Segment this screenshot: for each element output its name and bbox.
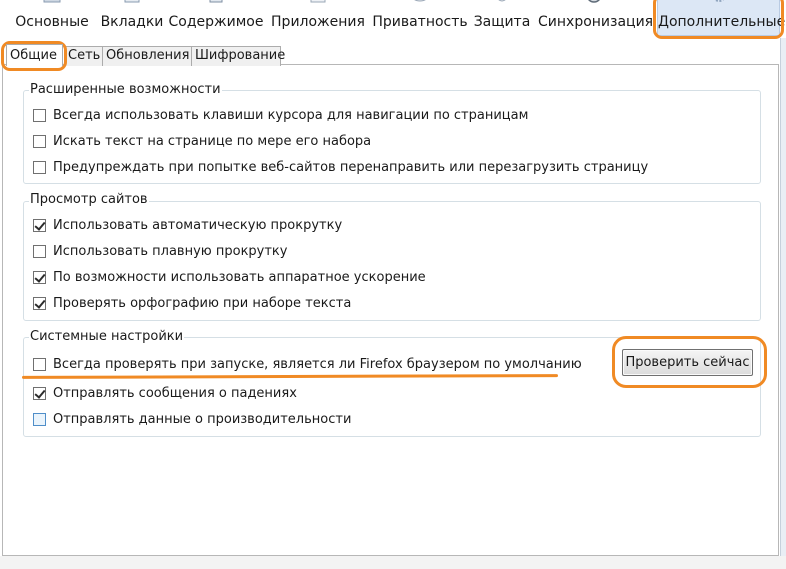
option-default-browser-check[interactable]: Всегда проверять при запуске, является л… xyxy=(33,355,582,373)
group-title: Расширенные возможности xyxy=(29,82,222,97)
applications-icon xyxy=(310,0,326,3)
option-label: Искать текст на странице по мере его наб… xyxy=(53,133,372,149)
option-label: Использовать плавную прокрутку xyxy=(53,243,288,259)
security-icon xyxy=(498,0,506,2)
toolbar-item-label: Приватность xyxy=(372,14,468,30)
toolbar-item-tabs[interactable]: Вкладки xyxy=(100,0,164,36)
group-title: Системные настройки xyxy=(29,329,185,344)
option-hardware-acceleration[interactable]: По возможности использовать аппаратное у… xyxy=(33,268,426,286)
option-label: Проверять орфографию при наборе текста xyxy=(53,295,352,311)
option-label: Всегда проверять при запуске, является л… xyxy=(53,356,582,372)
checkbox[interactable] xyxy=(33,270,46,284)
toolbar-item-label: Вкладки xyxy=(100,14,164,30)
toolbar-item-label: Защита xyxy=(473,14,531,30)
option-performance-data[interactable]: Отправлять данные о производительности xyxy=(33,410,351,428)
option-autoscroll[interactable]: Использовать автоматическую прокрутку xyxy=(33,216,342,234)
checkbox[interactable] xyxy=(33,160,46,174)
checkbox[interactable] xyxy=(33,244,46,258)
tab-encryption[interactable]: Шифрование xyxy=(191,46,285,66)
option-crash-reports[interactable]: Отправлять сообщения о падениях xyxy=(33,384,297,402)
checkbox[interactable] xyxy=(33,108,46,122)
content-icon xyxy=(209,0,223,3)
gear-icon xyxy=(713,0,724,2)
tab-network[interactable]: Сеть xyxy=(64,46,103,66)
tabs-icon xyxy=(124,0,140,3)
option-label: Использовать автоматическую прокрутку xyxy=(53,217,343,233)
option-label: По возможности использовать аппаратное у… xyxy=(53,269,426,285)
toolbar-item-label: Дополнительные xyxy=(658,14,786,30)
option-label: Предупреждать при попытке веб-сайтов пер… xyxy=(53,159,649,175)
option-spellcheck[interactable]: Проверять орфографию при наборе текста xyxy=(33,294,351,312)
option-smooth-scroll[interactable]: Использовать плавную прокрутку xyxy=(33,242,287,260)
toolbar-item-general[interactable]: Основные xyxy=(12,0,92,36)
option-warn-redirect[interactable]: Предупреждать при попытке веб-сайтов пер… xyxy=(33,158,648,176)
privacy-icon xyxy=(414,0,426,2)
option-label: Отправлять сообщения о падениях xyxy=(53,385,297,401)
general-icon xyxy=(43,0,61,3)
toolbar-item-privacy[interactable]: Приватность xyxy=(372,0,468,36)
panel-bottom-strip xyxy=(0,556,786,569)
toolbar-item-applications[interactable]: Приложения xyxy=(270,0,366,36)
toolbar-item-label: Синхронизация xyxy=(538,14,654,30)
option-label: Всегда использовать клавиши курсора для … xyxy=(53,107,529,123)
checkbox[interactable] xyxy=(33,412,46,426)
checkbox[interactable] xyxy=(33,386,46,400)
checkbox[interactable] xyxy=(33,296,46,310)
preferences-toolbar: Основные Вкладки Содержимое Приложения П… xyxy=(0,0,786,38)
option-label: Отправлять данные о производительности xyxy=(53,411,352,427)
option-find-as-you-type[interactable]: Искать текст на странице по мере его наб… xyxy=(33,132,371,150)
checkbox[interactable] xyxy=(33,134,46,148)
sync-icon xyxy=(588,0,600,3)
checkbox[interactable] xyxy=(33,218,46,232)
check-now-button[interactable]: Проверить сейчас xyxy=(622,349,753,376)
checkbox[interactable] xyxy=(33,357,46,371)
toolbar-item-sync[interactable]: Синхронизация xyxy=(538,0,654,36)
tab-updates[interactable]: Обновления xyxy=(102,46,192,66)
tab-general[interactable]: Общие xyxy=(6,44,63,66)
window-edge xyxy=(780,38,786,558)
toolbar-item-label: Содержимое xyxy=(168,14,264,30)
toolbar-item-label: Приложения xyxy=(271,14,365,30)
toolbar-item-security[interactable]: Защита xyxy=(472,0,532,36)
toolbar-item-label: Основные xyxy=(15,14,89,30)
toolbar-item-advanced[interactable]: Дополнительные xyxy=(657,0,786,36)
toolbar-item-content[interactable]: Содержимое xyxy=(168,0,264,36)
group-title: Просмотр сайтов xyxy=(29,192,149,207)
option-cursor-navigation[interactable]: Всегда использовать клавиши курсора для … xyxy=(33,106,528,124)
